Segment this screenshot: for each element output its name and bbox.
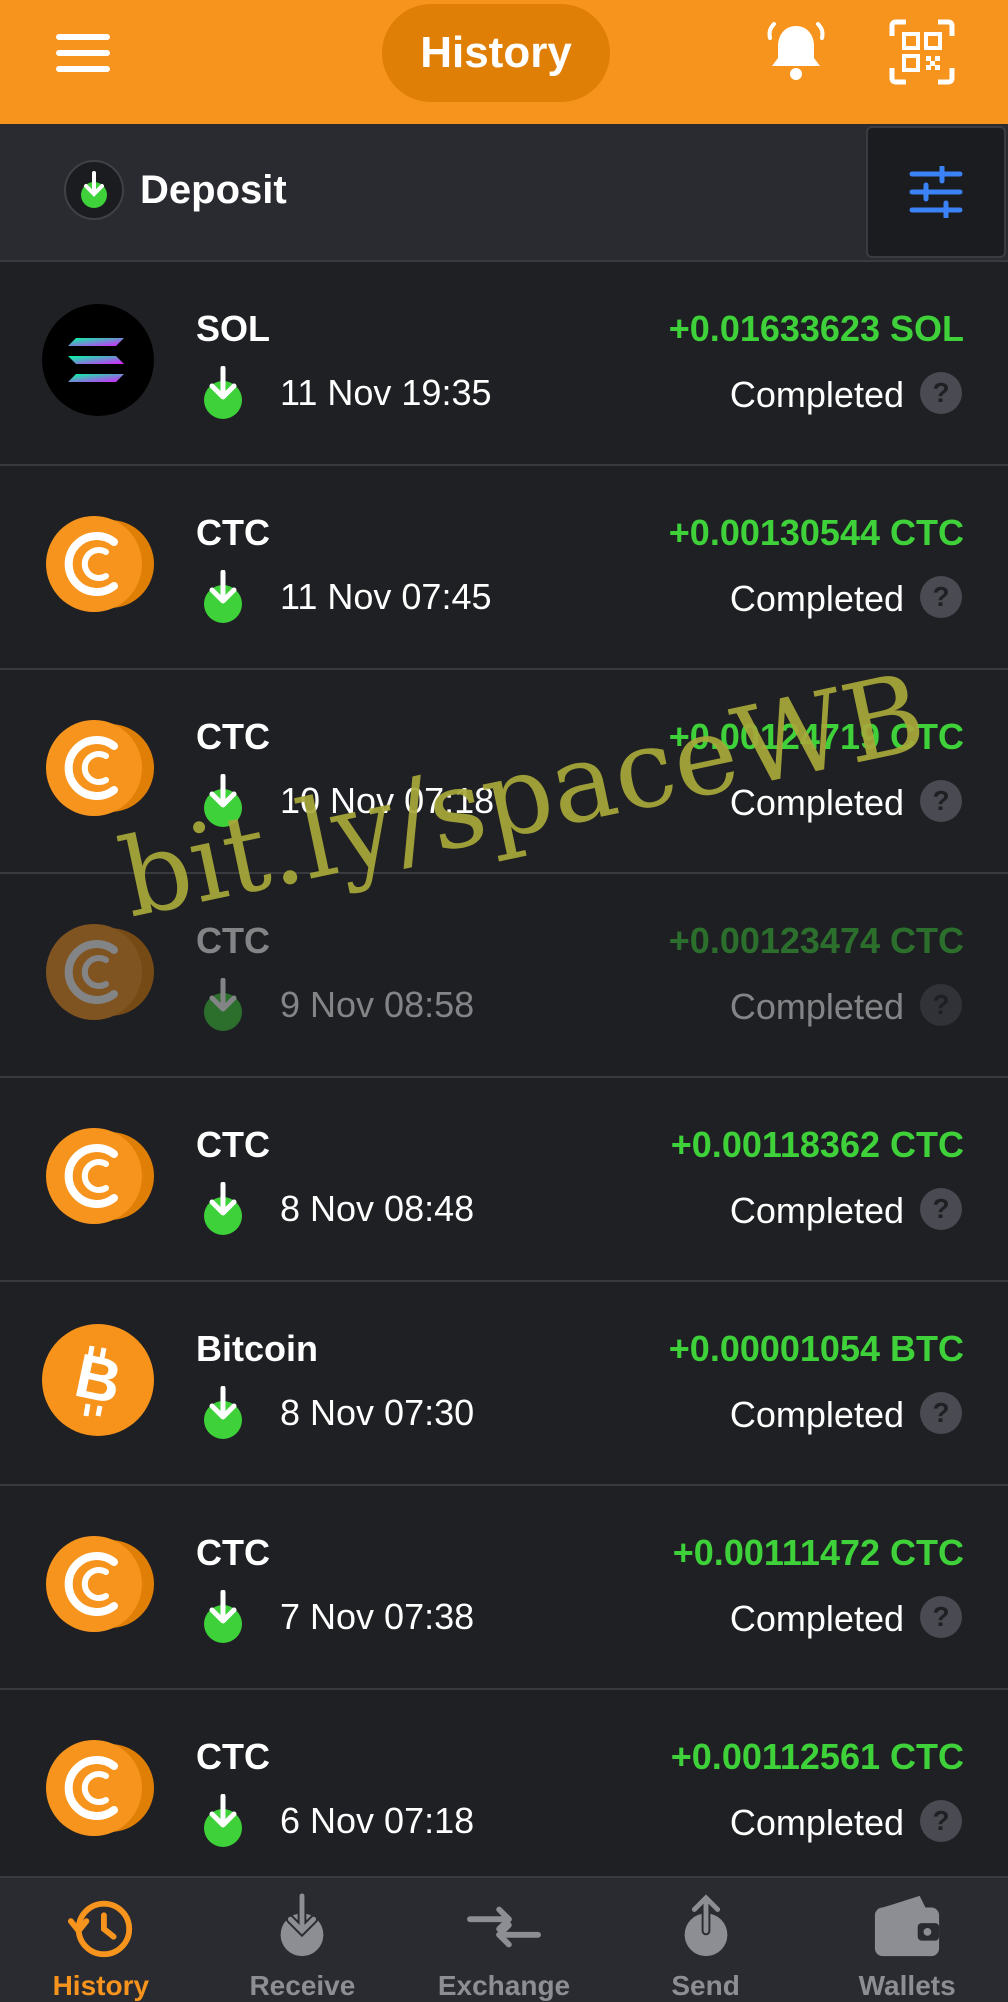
nav-item-receive[interactable]: Receive [202, 1878, 404, 2002]
coin-name: CTC [196, 512, 270, 553]
nav-label: History [52, 1970, 150, 2001]
transaction-date: 10 Nov 07:18 [280, 780, 495, 821]
help-icon[interactable]: ? [920, 1188, 962, 1230]
send-icon [684, 1892, 727, 1957]
transaction-status: Completed [729, 1598, 904, 1639]
nav-item-history[interactable]: History [0, 1878, 202, 2002]
bell-icon[interactable] [762, 18, 830, 86]
deposit-arrow-icon [204, 1590, 242, 1643]
hamburger-icon[interactable] [56, 34, 110, 72]
transaction-status: Completed [729, 578, 904, 619]
deposit-arrow-icon [204, 570, 242, 623]
ctc-icon [46, 1128, 154, 1224]
transaction-row[interactable]: CTC 7 Nov 07:38 +0.00111472 CTC Completed? [0, 1486, 1008, 1690]
transaction-amount: +0.00123474 CTC [668, 920, 964, 961]
coin-name: CTC [196, 1124, 270, 1165]
help-icon[interactable]: ? [920, 1800, 962, 1842]
transaction-row[interactable]: B Bitcoin 8 Nov 07:30 +0.00001054 BTC Comple… [0, 1282, 1008, 1486]
transaction-status: Completed [729, 374, 904, 415]
transaction-amount: +0.00001054 BTC [668, 1328, 964, 1369]
nav-item-exchange[interactable]: Exchange [403, 1878, 605, 2002]
transaction-row[interactable]: CTC 11 Nov 07:45 +0.00130544 CTC Completed? [0, 466, 1008, 670]
deposit-arrow-icon [204, 978, 242, 1031]
transaction-amount: +0.01633623 SOL [668, 308, 964, 349]
transaction-status: Completed [729, 986, 904, 1027]
transaction-date: 9 Nov 08:58 [280, 984, 475, 1025]
transaction-amount: +0.00111472 CTC [672, 1532, 964, 1573]
nav-label: Send [671, 1970, 740, 2001]
app-header: History [0, 0, 1008, 124]
help-icon[interactable]: ? [920, 1392, 962, 1434]
coin-name: SOL [196, 308, 271, 349]
deposit-arrow-icon [204, 366, 242, 419]
coin-name: Bitcoin [196, 1328, 318, 1369]
nav-label: Wallets [858, 1970, 956, 2001]
transaction-date: 8 Nov 07:30 [280, 1392, 475, 1433]
nav-label: Receive [249, 1970, 356, 2001]
ctc-icon [46, 720, 154, 816]
transaction-amount: +0.00130544 CTC [668, 512, 964, 553]
transaction-date: 7 Nov 07:38 [280, 1596, 475, 1637]
deposit-arrow-icon [204, 774, 242, 827]
transaction-status: Completed [729, 782, 904, 823]
transaction-status: Completed [729, 1190, 904, 1231]
solana-icon [42, 304, 154, 416]
transaction-row[interactable]: CTC 6 Nov 07:18 +0.00112561 CTC Completed? [0, 1690, 1008, 1894]
transaction-status: Completed [729, 1394, 904, 1435]
transaction-row[interactable]: SOL 11 Nov 19:35 +0.01633623 SOL Completed? [0, 262, 1008, 466]
bottom-navigation: History Receive Exchange Send Wallets [0, 1876, 1008, 2002]
transaction-row[interactable]: CTC 9 Nov 08:58 +0.00123474 CTC Completed? [0, 874, 1008, 1078]
qr-scan-icon[interactable] [888, 18, 956, 86]
help-icon[interactable]: ? [920, 984, 962, 1026]
ctc-icon [46, 1740, 154, 1836]
coin-name: CTC [196, 716, 270, 757]
page-title: History [382, 4, 610, 102]
filter-type-label[interactable]: Deposit [140, 168, 287, 213]
ctc-icon [46, 516, 154, 612]
coin-name: CTC [196, 1736, 270, 1777]
sliders-icon [909, 166, 963, 218]
help-icon[interactable]: ? [920, 576, 962, 618]
transaction-amount: +0.00118362 CTC [670, 1124, 964, 1165]
help-icon[interactable]: ? [920, 1596, 962, 1638]
transaction-row[interactable]: CTC 8 Nov 08:48 +0.00118362 CTC Completed? [0, 1078, 1008, 1282]
transaction-amount: +0.00124719 CTC [668, 716, 964, 757]
transaction-date: 8 Nov 08:48 [280, 1188, 475, 1229]
transaction-row[interactable]: CTC 10 Nov 07:18 +0.00124719 CTC Completed? [0, 670, 1008, 874]
help-icon[interactable]: ? [920, 780, 962, 822]
deposit-arrow-icon [204, 1386, 242, 1439]
wallet-icon [875, 1895, 940, 1957]
help-icon[interactable]: ? [920, 372, 962, 414]
filter-button[interactable] [866, 126, 1006, 258]
transaction-date: 11 Nov 19:35 [280, 372, 492, 413]
transaction-amount: +0.00112561 CTC [670, 1736, 964, 1777]
bitcoin-icon: B [42, 1324, 154, 1436]
deposit-arrow-icon [204, 1794, 242, 1847]
transaction-status: Completed [729, 1802, 904, 1843]
receive-icon [281, 1892, 324, 1957]
transaction-date: 6 Nov 07:18 [280, 1800, 475, 1841]
nav-label: Exchange [437, 1970, 571, 2001]
ctc-icon [46, 1536, 154, 1632]
ctc-icon [46, 924, 154, 1020]
deposit-arrow-icon [204, 1182, 242, 1235]
filter-bar: Deposit [0, 124, 1008, 262]
transaction-list: SOL 11 Nov 19:35 +0.01633623 SOL Completed?… [0, 262, 1008, 1894]
history-icon [67, 1900, 132, 1958]
nav-item-wallets[interactable]: Wallets [806, 1878, 1008, 2002]
coin-name: CTC [196, 920, 270, 961]
transaction-date: 11 Nov 07:45 [280, 576, 492, 617]
exchange-icon [467, 1906, 541, 1948]
coin-name: CTC [196, 1532, 270, 1573]
deposit-filter-icon [64, 160, 124, 220]
nav-item-send[interactable]: Send [605, 1878, 807, 2002]
